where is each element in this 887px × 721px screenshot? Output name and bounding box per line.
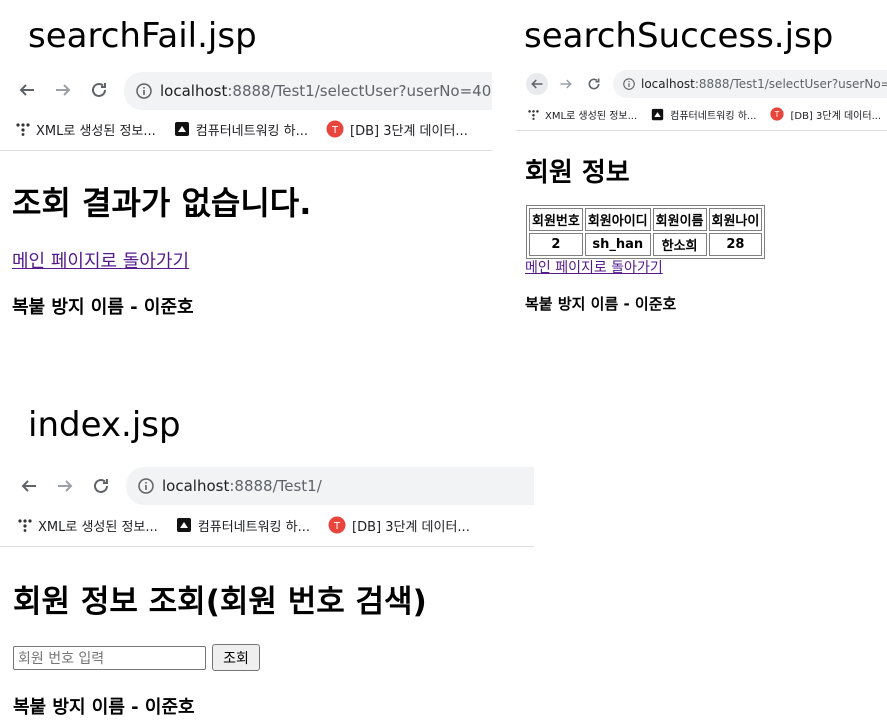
- svg-text:T: T: [333, 521, 341, 532]
- svg-text:T: T: [774, 110, 780, 119]
- toolbar-divider: [0, 150, 492, 151]
- url-path: :8888/Test1/selectUser?userNo=2: [694, 77, 887, 91]
- main-page-link[interactable]: 메인 페이지로 돌아가기: [525, 257, 663, 277]
- bookmark-item[interactable]: T [DB] 3단계 데이터...: [328, 516, 470, 535]
- forward-button[interactable]: [556, 73, 576, 95]
- reload-icon: [94, 478, 108, 493]
- reload-button[interactable]: [90, 472, 112, 500]
- url-host: localhost: [162, 477, 230, 495]
- arrow-right-icon: [58, 480, 73, 492]
- info-icon: [136, 83, 152, 99]
- bookmarks-bar: XML로 생성된 정보... 컴퓨터네트워킹 하... T [DB] 3단계 데…: [0, 514, 488, 536]
- panel-search-fail: searchFail.jsp localhost:8888/Test1/sele…: [0, 0, 492, 340]
- table-header: 회원이름: [652, 208, 707, 231]
- dots-tree-icon: [16, 122, 30, 136]
- bookmark-item[interactable]: 컴퓨터네트워킹 하...: [651, 107, 756, 122]
- info-icon: [623, 78, 635, 90]
- search-button-label: 조회: [223, 650, 249, 667]
- bookmark-label: XML로 생성된 정보...: [38, 519, 158, 535]
- no-result-heading: 조회 결과가 없습니다.: [12, 184, 312, 222]
- member-number-input[interactable]: 회원 번호 입력: [13, 646, 206, 670]
- table-header: 회원아이디: [584, 208, 651, 231]
- reload-button[interactable]: [584, 73, 604, 95]
- url-host: localhost: [641, 77, 695, 91]
- url-host: localhost: [160, 82, 228, 100]
- reload-button[interactable]: [88, 76, 110, 104]
- table-row: 2 sh_han 한소희 28: [529, 233, 763, 256]
- bookmark-item[interactable]: XML로 생성된 정보...: [18, 516, 158, 535]
- square-logo-icon: [176, 517, 192, 533]
- main-page-link[interactable]: 메인 페이지로 돌아가기: [12, 247, 189, 273]
- bookmark-label: [DB] 3단계 데이터...: [350, 123, 468, 139]
- arrow-left-icon: [19, 84, 34, 96]
- url-path: :8888/Test1/selectUser?userNo=400: [227, 82, 492, 100]
- url-path: :8888/Test1/: [229, 477, 322, 495]
- forward-button[interactable]: [52, 76, 74, 104]
- panel-index: index.jsp localhost:8888/Test1/ XML로 생성된…: [0, 395, 534, 721]
- dots-tree-icon: [18, 518, 32, 532]
- footer-name: 복붙 방지 이름 - 이준호: [525, 295, 677, 313]
- panel-caption: searchFail.jsp: [28, 16, 257, 56]
- table-header: 회원번호: [529, 208, 583, 231]
- reload-icon: [92, 82, 106, 97]
- input-placeholder: 회원 번호 입력: [18, 651, 105, 667]
- table-header-row: 회원번호 회원아이디 회원이름 회원나이: [529, 208, 763, 231]
- back-button[interactable]: [526, 73, 548, 95]
- square-logo-icon: [651, 108, 664, 121]
- reload-icon: [588, 78, 600, 90]
- footer-name: 복붙 방지 이름 - 이준호: [12, 297, 194, 318]
- bookmark-label: 컴퓨터네트워킹 하...: [670, 110, 757, 122]
- red-circle-icon: T: [328, 516, 346, 534]
- bookmark-label: XML로 생성된 정보...: [545, 110, 638, 122]
- search-page-heading: 회원 정보 조회(회원 번호 검색): [13, 584, 427, 620]
- forward-button[interactable]: [54, 472, 76, 500]
- back-button[interactable]: [18, 472, 40, 500]
- table-cell: 한소희: [652, 233, 707, 256]
- bookmark-label: 컴퓨터네트워킹 하...: [195, 123, 309, 139]
- panel-caption: index.jsp: [28, 405, 181, 445]
- toolbar-divider: [0, 546, 534, 547]
- table-header: 회원나이: [708, 208, 763, 231]
- back-button[interactable]: [16, 76, 38, 104]
- member-info-heading: 회원 정보: [525, 158, 630, 188]
- address-bar[interactable]: localhost:8888/Test1/: [126, 467, 534, 505]
- bookmark-label: [DB] 3단계 데이터...: [352, 519, 470, 535]
- arrow-left-icon: [531, 79, 543, 89]
- dots-tree-icon: [528, 109, 539, 120]
- search-button[interactable]: 조회: [212, 644, 260, 671]
- red-circle-icon: T: [770, 107, 785, 121]
- red-circle-icon: T: [326, 120, 344, 138]
- arrow-right-icon: [56, 84, 71, 96]
- square-logo-icon: [174, 121, 190, 137]
- address-bar[interactable]: localhost:8888/Test1/selectUser?userNo=2: [613, 70, 887, 98]
- bookmark-item[interactable]: XML로 생성된 정보...: [528, 107, 637, 122]
- panel-search-success: searchSuccess.jsp localhost:8888/Test1/s…: [516, 0, 887, 340]
- bookmark-item[interactable]: T [DB] 3단계 데이터...: [326, 120, 468, 139]
- table-cell: 2: [529, 233, 583, 256]
- footer-name: 복붙 방지 이름 - 이준호: [13, 697, 195, 718]
- bookmark-label: XML로 생성된 정보...: [36, 123, 156, 139]
- bookmark-label: [DB] 3단계 데이터...: [790, 110, 882, 122]
- bookmarks-bar: XML로 생성된 정보... 컴퓨터네트워킹 하... T [DB] 3단계 데…: [0, 118, 486, 140]
- table-cell: sh_han: [584, 233, 651, 256]
- arrow-left-icon: [21, 480, 36, 492]
- member-table: 회원번호 회원아이디 회원이름 회원나이 2 sh_han 한소희 28: [526, 205, 766, 259]
- bookmarks-bar: XML로 생성된 정보... 컴퓨터네트워킹 하... T [DB] 3단계 데…: [516, 104, 887, 124]
- bookmark-item[interactable]: 컴퓨터네트워킹 하...: [174, 120, 308, 139]
- bookmark-item[interactable]: T [DB] 3단계 데이터...: [770, 107, 881, 122]
- svg-text:T: T: [331, 125, 339, 136]
- table-cell: 28: [708, 233, 763, 256]
- arrow-right-icon: [560, 79, 572, 89]
- bookmark-label: 컴퓨터네트워킹 하...: [197, 519, 311, 535]
- info-icon: [138, 478, 154, 494]
- address-bar[interactable]: localhost:8888/Test1/selectUser?userNo=4…: [124, 72, 492, 110]
- bookmark-item[interactable]: 컴퓨터네트워킹 하...: [176, 516, 310, 535]
- bookmark-item[interactable]: XML로 생성된 정보...: [16, 120, 156, 139]
- toolbar-divider: [516, 130, 887, 131]
- panel-caption: searchSuccess.jsp: [524, 16, 834, 56]
